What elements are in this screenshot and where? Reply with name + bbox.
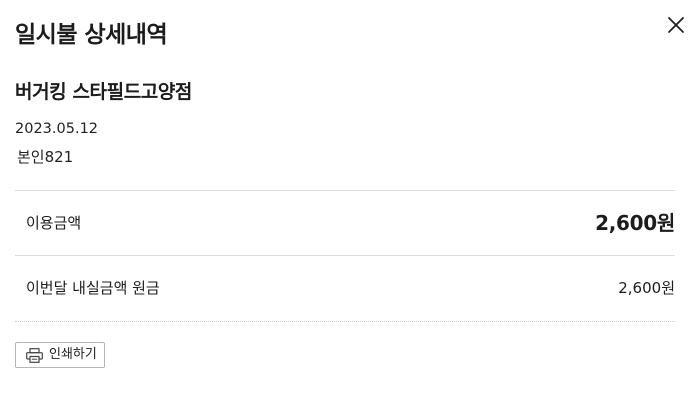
dialog-title: 일시불 상세내역 [15,22,168,48]
card-holder: 본인821 [17,148,74,166]
transaction-date: 2023.05.12 [15,121,99,137]
divider [15,255,675,256]
merchant-name: 버거킹 스타필드고양점 [15,81,193,103]
divider [15,321,675,322]
principal-label: 이번달 내실금액 원금 [26,279,160,297]
close-button[interactable] [664,13,688,37]
close-icon[interactable] [664,13,688,37]
printer-icon [26,347,43,363]
print-button[interactable]: 인쇄하기 [15,342,105,368]
principal-value: 2,600원 [618,279,675,297]
amount-value: 2,600원 [595,211,675,235]
print-label: 인쇄하기 [49,347,97,362]
divider [15,190,675,191]
amount-label: 이용금액 [26,214,82,232]
